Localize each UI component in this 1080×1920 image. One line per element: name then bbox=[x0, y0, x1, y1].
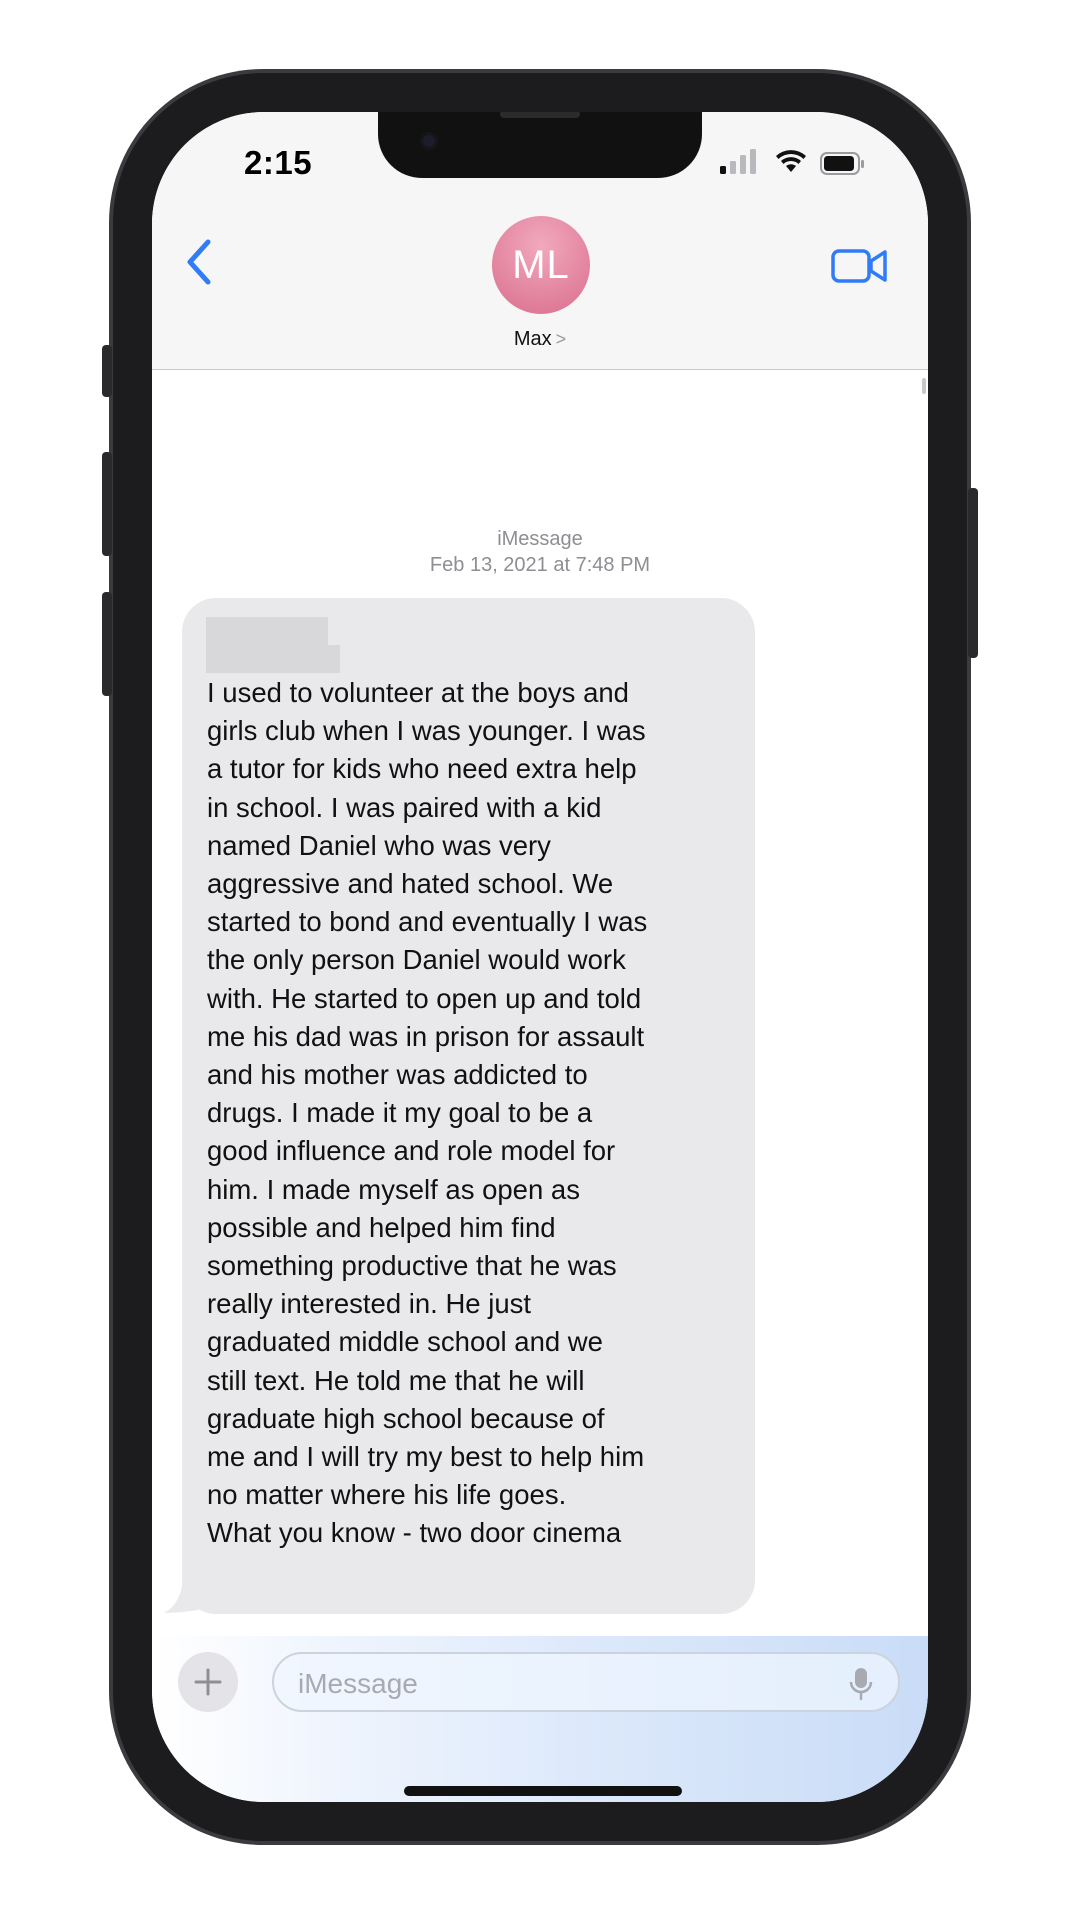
volume-up-button bbox=[102, 452, 112, 556]
front-camera bbox=[420, 132, 438, 150]
message-text: I used to volunteer at the boys and girl… bbox=[207, 677, 648, 1549]
incoming-message-bubble[interactable]: I used to volunteer at the boys and girl… bbox=[182, 598, 755, 1614]
message-input[interactable] bbox=[296, 1664, 820, 1704]
message-composer bbox=[152, 1636, 928, 1802]
notch bbox=[378, 112, 702, 178]
home-indicator[interactable] bbox=[404, 1786, 682, 1796]
redacted-block bbox=[206, 645, 340, 673]
avatar-initials: ML bbox=[512, 242, 570, 287]
chevron-right-icon: > bbox=[555, 329, 567, 349]
status-time: 2:15 bbox=[244, 144, 313, 181]
wifi-icon bbox=[776, 150, 806, 172]
cellular-signal-icon bbox=[720, 149, 756, 174]
video-camera-icon bbox=[831, 249, 887, 283]
contact-name: Max bbox=[513, 328, 552, 350]
microphone-icon[interactable] bbox=[848, 1666, 874, 1702]
facetime-video-button[interactable] bbox=[830, 246, 890, 286]
message-service-label: iMessage bbox=[497, 528, 583, 550]
phone-screen: 2:15 ML Max > iMessage Feb 13, 2021 at 7… bbox=[152, 112, 928, 1802]
contact-name-button[interactable]: Max > bbox=[152, 328, 928, 351]
contact-avatar[interactable]: ML bbox=[492, 216, 590, 314]
back-button[interactable] bbox=[180, 236, 220, 288]
message-timestamp: Feb 13, 2021 at 7:48 PM bbox=[429, 554, 651, 576]
scrollbar[interactable] bbox=[922, 378, 926, 394]
redacted-block bbox=[206, 617, 328, 645]
silent-switch bbox=[102, 345, 112, 397]
power-button bbox=[968, 488, 978, 658]
status-icons bbox=[720, 148, 880, 182]
earpiece-speaker bbox=[500, 112, 580, 118]
chevron-left-icon bbox=[187, 239, 211, 285]
plus-icon bbox=[194, 1668, 222, 1696]
battery-icon bbox=[820, 152, 864, 175]
conversation-header: 2:15 ML Max > bbox=[152, 112, 928, 370]
apps-button[interactable] bbox=[178, 1652, 238, 1712]
volume-down-button bbox=[102, 592, 112, 696]
message-input-container[interactable] bbox=[272, 1652, 900, 1712]
